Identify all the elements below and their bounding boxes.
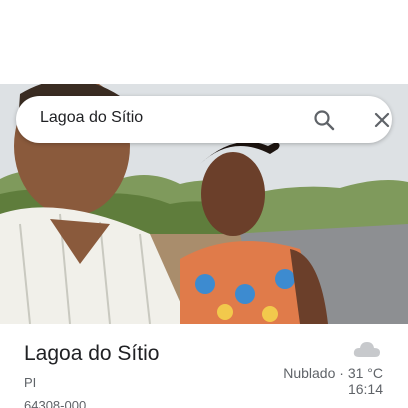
- close-icon[interactable]: [368, 106, 396, 134]
- weather-temperature: 31 °C: [347, 365, 383, 381]
- weather-summary: Nublado · 31 °C: [283, 365, 383, 381]
- place-postal-code: 64308-000: [24, 398, 87, 408]
- search-icon[interactable]: [310, 106, 338, 134]
- top-blank-area: [0, 0, 408, 84]
- cloud-icon: [352, 339, 382, 359]
- search-bar[interactable]: Lagoa do Sítio: [16, 96, 392, 143]
- search-query-text[interactable]: Lagoa do Sítio: [40, 109, 143, 127]
- weather-condition: Nublado: [283, 365, 336, 381]
- place-region: PI: [24, 375, 37, 390]
- place-info-panel: Lagoa do Sítio PI 64308-000 Nublado · 31…: [0, 324, 408, 408]
- weather-separator: ·: [339, 365, 344, 381]
- local-time: 16:14: [347, 381, 383, 397]
- place-title: Lagoa do Sítio: [24, 342, 160, 365]
